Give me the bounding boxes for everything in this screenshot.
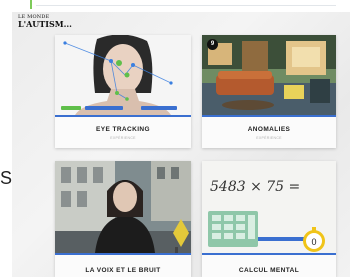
accent-bar bbox=[55, 253, 191, 255]
card-anomalies[interactable]: 9 ANOMALIES EXPÉRIENCE bbox=[202, 35, 336, 148]
card-la-voix-et-le-bruit[interactable]: LA VOIX ET LE BRUIT bbox=[55, 161, 191, 277]
card-subtitle: EXPÉRIENCE bbox=[256, 136, 282, 140]
eye-tracking-image bbox=[55, 35, 191, 115]
voix-bruit-image bbox=[55, 161, 191, 253]
timer-text: 0 bbox=[311, 237, 316, 247]
calcul-mental-image: 5483 × 75 = 0 bbox=[202, 161, 336, 253]
card-title: ANOMALIES bbox=[247, 126, 291, 133]
top-divider bbox=[36, 5, 336, 6]
anomalies-image bbox=[202, 35, 336, 115]
accent-bar bbox=[55, 115, 191, 117]
experience-grid-panel: LE MONDE L'AUTISM... EYE TRACKING EXPÉRI… bbox=[12, 12, 350, 277]
equation-text: 5483 × 75 = bbox=[210, 179, 300, 195]
card-title: EYE TRACKING bbox=[96, 126, 150, 133]
site-logo[interactable]: LE MONDE L'AUTISM... bbox=[18, 14, 72, 32]
card-calcul-mental[interactable]: 5483 × 75 = 0 CALCUL MENTAL bbox=[202, 161, 336, 277]
anomalies-count-badge: 9 bbox=[207, 39, 218, 50]
card-title: CALCUL MENTAL bbox=[238, 267, 300, 274]
accent-bar bbox=[202, 253, 336, 255]
accent-bar bbox=[202, 115, 336, 117]
card-subtitle: EXPÉRIENCE bbox=[110, 136, 136, 140]
green-marker bbox=[30, 0, 32, 9]
card-title: LA VOIX ET LE BRUIT bbox=[85, 267, 161, 274]
card-eye-tracking[interactable]: EYE TRACKING EXPÉRIENCE bbox=[55, 35, 191, 148]
stray-text: S bbox=[0, 168, 13, 188]
logo-line-2: L'AUTISM... bbox=[18, 19, 72, 29]
